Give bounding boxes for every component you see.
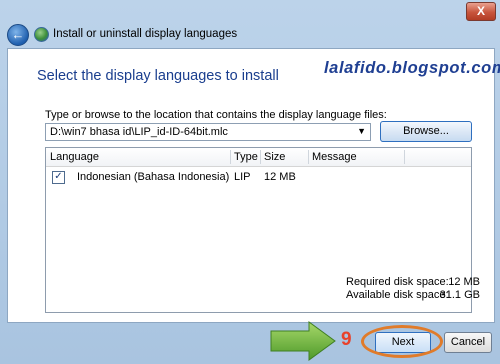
language-checkbox[interactable]: ✓ xyxy=(52,171,65,184)
table-header: Language Type Size Message xyxy=(46,148,471,167)
dialog-window: X ← Install or uninstall display languag… xyxy=(0,0,500,364)
available-space-value: 31.1 GB xyxy=(439,289,480,301)
window-title: Install or uninstall display languages xyxy=(53,28,238,40)
page-title: Select the display languages to install xyxy=(37,68,279,84)
disk-space-info: Required disk space: 12 MB Available dis… xyxy=(346,276,480,302)
column-header-language[interactable]: Language xyxy=(46,151,99,163)
cancel-button[interactable]: Cancel xyxy=(444,332,492,353)
required-space-value: 12 MB xyxy=(448,276,480,288)
watermark: lalafido.blogspot.com xyxy=(324,59,500,77)
language-cell: Indonesian (Bahasa Indonesia) xyxy=(77,171,230,183)
column-header-size[interactable]: Size xyxy=(260,151,285,163)
column-header-message[interactable]: Message xyxy=(308,151,357,163)
dropdown-arrow-icon[interactable]: ▼ xyxy=(357,126,366,136)
column-header-type[interactable]: Type xyxy=(230,151,258,163)
column-divider[interactable] xyxy=(404,150,405,164)
globe-icon xyxy=(34,27,49,42)
size-cell: 12 MB xyxy=(264,171,296,183)
path-value: D:\win7 bhasa id\LIP_id-ID-64bit.mlc xyxy=(50,126,228,138)
path-combobox[interactable]: D:\win7 bhasa id\LIP_id-ID-64bit.mlc ▼ xyxy=(45,123,371,141)
type-cell: LIP xyxy=(234,171,251,183)
annotation-arrow-icon xyxy=(270,321,336,361)
browse-button[interactable]: Browse... xyxy=(380,121,472,142)
required-space-label: Required disk space: xyxy=(346,276,449,288)
annotation-ring xyxy=(361,325,443,358)
back-button[interactable]: ← xyxy=(7,24,29,46)
close-button[interactable]: X xyxy=(466,2,496,21)
available-space-label: Available disk space: xyxy=(346,289,449,301)
table-row[interactable]: ✓ Indonesian (Bahasa Indonesia) LIP 12 M… xyxy=(46,170,471,186)
path-label: Type or browse to the location that cont… xyxy=(45,109,387,121)
content-panel: Select the display languages to install … xyxy=(7,48,500,323)
step-number: 9 xyxy=(341,329,352,350)
back-arrow-icon: ← xyxy=(11,27,25,42)
